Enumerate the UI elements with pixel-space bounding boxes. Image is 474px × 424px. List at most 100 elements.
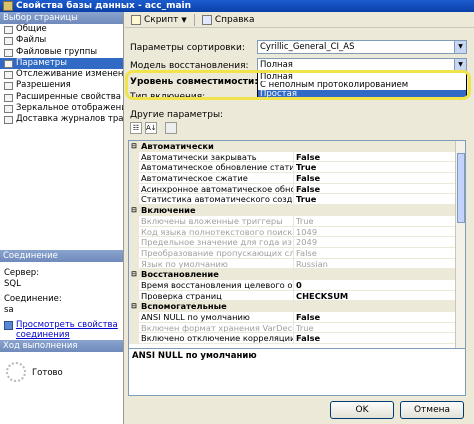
grid-row[interactable]: Автоматически закрывать False <box>129 151 465 163</box>
grid-row-margin <box>129 151 139 162</box>
grid-category[interactable]: ⊟ Восстановление <box>129 269 465 280</box>
grid-category[interactable]: ⊟ Вспомогательные <box>129 301 465 312</box>
grid-property-name: ANSI NULL по умолчанию <box>139 312 294 322</box>
alphabetical-sort-icon[interactable]: A↓ <box>145 122 157 134</box>
connection-header: Соединение <box>0 250 123 262</box>
grid-property-value[interactable]: True <box>294 162 465 172</box>
grid-property-value[interactable]: False <box>294 333 465 343</box>
recovery-select[interactable]: Полная ▼ <box>257 58 467 72</box>
grid-row-margin <box>129 333 139 344</box>
grid-property-name: Автоматически закрывать <box>139 151 294 162</box>
grid-property-name: Асинхронное автоматическое обновление <box>139 183 294 194</box>
collapse-icon[interactable]: ⊟ <box>129 269 139 279</box>
grid-row-margin <box>129 322 139 333</box>
grid-property-value: False <box>296 247 317 258</box>
grid-row[interactable]: Проверка страниц CHECKSUM <box>129 290 465 302</box>
grid-property-value[interactable]: True <box>294 194 465 204</box>
grid-row[interactable]: ANSI NULL по умолчанию False <box>129 312 465 323</box>
dropdown-option[interactable]: Простая <box>258 89 466 98</box>
connection-value: sa <box>4 305 14 315</box>
collation-select[interactable]: Cyrillic_General_CI_AS ▼ <box>257 40 467 54</box>
grid-row-margin <box>129 237 139 247</box>
nav-item[interactable]: Общие <box>0 24 123 35</box>
server-label: Сервер: <box>4 268 40 278</box>
window-title: Свойства базы данных - acc_main <box>16 1 192 11</box>
grid-property-name: Включено отключение корреляции дат <box>141 333 294 344</box>
nav-item[interactable]: Отслеживание изменений <box>0 69 123 80</box>
grid-property-name: Включены вложенные триггеры <box>139 215 294 226</box>
nav-item-label: Доставка журналов транзакций <box>16 114 123 125</box>
dropdown-option[interactable]: Полная <box>258 73 466 81</box>
grid-row[interactable]: Включено отключение корреляции датFalse <box>129 333 465 345</box>
grid-row[interactable]: Время восстановления целевого объекта (0 <box>129 279 465 291</box>
nav-item-label: Отслеживание изменений <box>16 69 123 80</box>
cancel-button[interactable]: Отмена <box>400 401 464 419</box>
grid-category[interactable]: ⊟ Автоматически <box>129 141 465 152</box>
properties-icon <box>4 321 13 330</box>
grid-category[interactable]: ⊟ Включение <box>129 205 465 216</box>
grid-property-name: Статистика автоматического создания <box>141 194 294 205</box>
grid-row[interactable]: Код языка полнотекстового поиска по ум10… <box>129 226 465 238</box>
nav-item[interactable]: Параметры <box>0 57 123 70</box>
property-pages-icon[interactable] <box>165 122 177 134</box>
server-value: SQL <box>4 279 21 289</box>
grid-property-value[interactable]: False <box>294 152 465 162</box>
grid-property-value[interactable]: CHECKSUM <box>294 291 465 301</box>
grid-property-name: Предельное значение для года из двух ци <box>139 237 294 247</box>
page-icon <box>4 26 13 34</box>
view-connection-properties[interactable]: Просмотреть свойства соединения <box>0 320 123 340</box>
categorized-sort-icon[interactable]: ☷ <box>130 122 142 134</box>
collapse-icon[interactable]: ⊟ <box>129 301 139 311</box>
collapse-icon[interactable]: ⊟ <box>129 205 139 215</box>
page-nav-list: Общие Файлы Файловые группы Параметры Отслеж… <box>0 24 123 126</box>
page-icon <box>4 105 13 114</box>
help-button[interactable]: Справка <box>201 12 255 28</box>
page-icon <box>4 93 13 102</box>
grid-row[interactable]: Автоматическое сжатие False <box>129 173 465 184</box>
grid-row-margin <box>129 247 139 258</box>
nav-item[interactable]: Доставка журналов транзакций <box>0 114 123 125</box>
database-icon <box>3 1 13 11</box>
grid-property-value: True <box>296 215 314 226</box>
nav-item[interactable]: Файлы <box>0 35 123 46</box>
script-button[interactable]: Скрипт ▼ <box>131 12 187 28</box>
grid-row[interactable]: Включены вложенные триггеры True <box>129 215 465 227</box>
nav-item[interactable]: Файловые группы <box>0 47 123 58</box>
dropdown-option[interactable]: С неполным протоколированием <box>258 81 466 89</box>
collapse-icon[interactable]: ⊟ <box>129 141 139 151</box>
grid-row[interactable]: Асинхронное автоматическое обновлениеFal… <box>129 183 465 195</box>
nav-item[interactable]: Расширенные свойства <box>0 92 123 103</box>
chevron-down-icon[interactable]: ▼ <box>454 41 466 53</box>
progress-header: Ход выполнения <box>0 340 123 352</box>
chevron-down-icon[interactable]: ▼ <box>454 59 466 71</box>
help-label: Справка <box>214 14 255 25</box>
grid-row[interactable]: Автоматическое обновление статистикиTrue <box>129 162 465 174</box>
connection-label: Соединение: <box>4 294 62 304</box>
compat-label: Уровень совместимости: <box>130 77 258 87</box>
nav-item[interactable]: Зеркальное отображение <box>0 103 123 114</box>
grid-category-label: Включение <box>141 205 196 215</box>
grid-property-name: Время восстановления целевого объекта ( <box>141 279 294 290</box>
scrollbar-thumb[interactable] <box>457 153 465 223</box>
nav-item-label: Параметры <box>16 57 67 68</box>
ok-button[interactable]: OK <box>330 401 394 419</box>
grid-property-value[interactable]: False <box>294 184 465 194</box>
grid-category-label: Вспомогательные <box>141 301 227 311</box>
grid-row[interactable]: Преобразование пропускающих слов False <box>129 247 465 259</box>
nav-item[interactable]: Разрешения <box>0 80 123 91</box>
grid-row[interactable]: Статистика автоматического созданияTrue <box>129 194 465 206</box>
grid-property-value[interactable]: False <box>294 173 465 183</box>
toolbar-separator <box>193 13 195 26</box>
grid-property-name: Включен формат хранения VarDecimal <box>141 322 294 333</box>
grid-property-value[interactable]: False <box>294 312 465 322</box>
select-page-header: Выбор страницы <box>0 12 123 24</box>
grid-row[interactable]: Предельное значение для года из двух ци2… <box>129 237 465 248</box>
grid-property-value[interactable]: 0 <box>294 280 465 290</box>
nav-item-label: Общие <box>16 24 47 34</box>
grid-row[interactable]: Язык по умолчанию Russian <box>129 258 465 270</box>
nav-item-label: Разрешения <box>16 80 71 91</box>
view-connection-link[interactable]: Просмотреть свойства соединения <box>16 320 118 340</box>
grid-row-margin <box>129 215 139 226</box>
grid-row[interactable]: Включен формат хранения VarDecimal True <box>129 322 465 334</box>
recovery-dropdown-list[interactable]: Полная С неполным протоколированием Проста… <box>257 72 467 98</box>
